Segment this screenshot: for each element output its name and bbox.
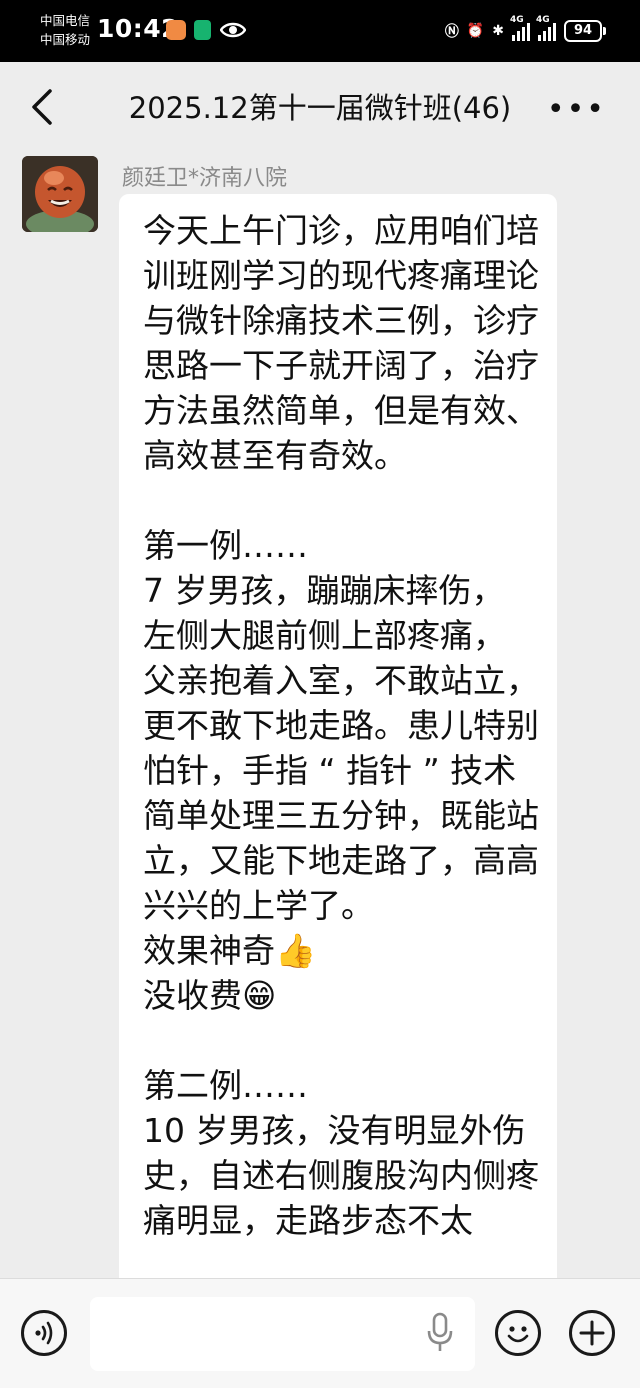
battery-icon: 94 [564,20,606,42]
input-bar [0,1278,640,1388]
status-icons: Ⓝ ⏰ ✱ 4G 4G 94 [444,15,606,45]
nfc-icon: Ⓝ [444,24,459,40]
more-functions-button[interactable] [569,1310,615,1356]
signal-1-icon: 4G [510,15,530,41]
message-bubble[interactable]: 今天上午门诊，应用咱们培训班刚学习的现代疼痛理论与微针除痛技术三例，诊疗思路一下… [119,194,557,1278]
carrier-info: 中国电信 中国移动 [40,11,90,49]
app-notification-icon [166,20,186,40]
chat-header: 2025.12第十一届微针班(46) ••• [0,62,640,154]
plus-icon [579,1320,605,1346]
signal-2-icon: 4G [536,15,556,41]
alarm-icon: ⏰ [466,23,485,39]
battery-level: 94 [573,23,593,38]
voice-icon [35,1321,53,1345]
carrier-1: 中国电信 [40,13,91,28]
bluetooth-icon: ✱ [492,23,504,39]
message-text: 今天上午门诊，应用咱们培训班刚学习的现代疼痛理论与微针除痛技术三例，诊疗思路一下… [143,211,539,1240]
hourglass-app-icon [194,20,211,40]
voice-toggle-button[interactable] [21,1310,67,1356]
eye-icon [220,22,246,38]
status-bar: 中国电信 中国移动 10:42 Ⓝ ⏰ ✱ 4G 4G 94 [0,0,640,62]
network-1-label: 4G [510,15,524,25]
message-input[interactable] [90,1297,475,1371]
message-list[interactable]: 颜廷卫*济南八院 今天上午门诊，应用咱们培训班刚学习的现代疼痛理论与微针除痛技术… [0,154,640,1278]
network-2-label: 4G [536,15,550,25]
chat-title: 2025.12第十一届微针班(46) [128,91,512,125]
carrier-2: 中国移动 [40,32,91,47]
smiley-icon [507,1326,529,1343]
more-options-icon[interactable]: ••• [547,92,606,127]
avatar[interactable] [22,156,98,232]
sender-name: 颜廷卫*济南八院 [122,166,288,191]
microphone-icon[interactable] [425,1311,455,1355]
emoji-button[interactable] [495,1310,541,1356]
laughing-buddha-avatar-image [22,156,98,232]
